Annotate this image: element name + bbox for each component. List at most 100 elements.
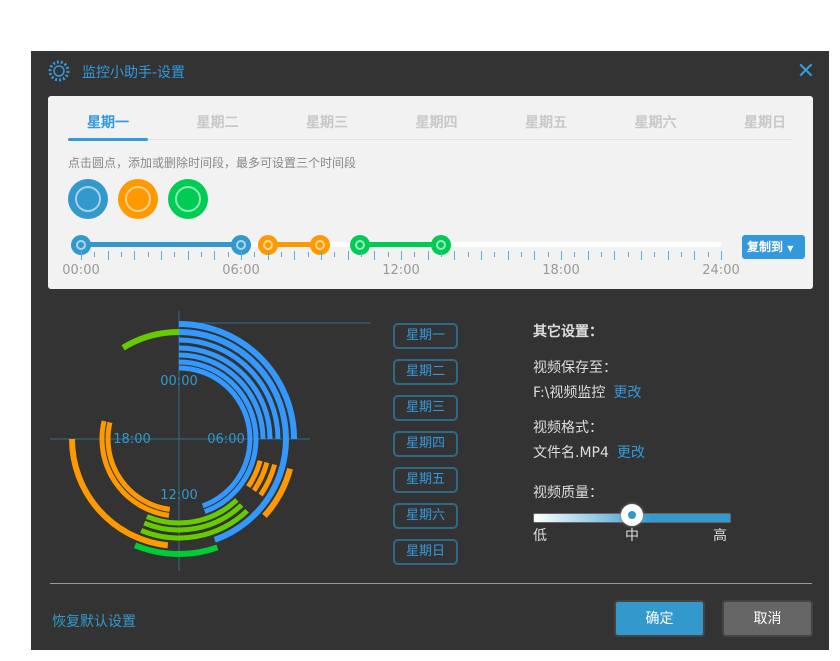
timeline-tick	[201, 252, 202, 257]
timeline-tick	[467, 252, 469, 257]
day-button-3[interactable]: 星期三	[393, 395, 458, 421]
timeline-tick	[121, 252, 122, 257]
format-label: 视频格式：	[533, 420, 603, 436]
timeline-tick	[707, 252, 709, 257]
timeline-tick	[614, 251, 616, 260]
timeline-tick	[214, 251, 216, 260]
timeline-label: 00:00	[62, 263, 100, 278]
timeline-tick	[174, 252, 176, 257]
schedule-panel: 星期一 星期二 星期三 星期四 星期五 星期六 星期日 点击圆点，添加或删除时间段，最多可设…	[48, 96, 813, 289]
restore-defaults-link[interactable]: 恢复默认设置	[52, 611, 136, 631]
settings-dialog: 监控小助手-设置 ✕ 星期一 星期二 星期三 星期四 星期五 星期六 星期日 点击圆点，添加…	[31, 51, 829, 650]
schedule-arc	[133, 542, 219, 557]
timeline-tick	[81, 251, 82, 260]
day-button-7[interactable]: 星期日	[393, 539, 458, 565]
timeline-tick	[641, 251, 642, 260]
footer-divider	[50, 583, 812, 584]
timeline-tick	[147, 252, 149, 257]
ok-button[interactable]: 确定	[614, 600, 705, 637]
day-button-5[interactable]: 星期五	[393, 467, 458, 493]
hint-text: 点击圆点，添加或删除时间段，最多可设置三个时间段	[68, 156, 357, 170]
quality-slider-thumb[interactable]	[621, 504, 643, 526]
timeline-handle[interactable]	[309, 235, 330, 255]
timeline-tick	[187, 251, 189, 260]
timeline-tick	[667, 251, 669, 260]
close-icon[interactable]: ✕	[797, 59, 815, 84]
day-button-4[interactable]: 星期四	[393, 431, 458, 457]
timeline-segment	[81, 242, 241, 247]
change-path-link[interactable]: 更改	[613, 385, 641, 401]
cancel-button[interactable]: 取消	[722, 600, 813, 637]
timeline-tick	[281, 252, 282, 257]
tab-day-5[interactable]: 星期五	[491, 112, 601, 132]
timeline-tick	[507, 251, 509, 260]
other-settings-heading: 其它设置：	[533, 324, 603, 340]
timeline-tick	[307, 252, 309, 257]
radial-schedule-chart: 00:00 06:00 12:00 18:00	[50, 311, 371, 571]
timeline-tick	[574, 252, 576, 257]
timeline-tick	[534, 251, 536, 260]
timeline-tick	[334, 252, 336, 257]
dropdown-arrow-icon: ▼	[787, 244, 794, 253]
timeline-tick	[161, 251, 162, 260]
tab-day-1[interactable]: 星期一	[53, 112, 163, 132]
add-period-dot-3[interactable]	[168, 179, 208, 219]
timeline-tick	[414, 252, 416, 257]
timeline-tick	[321, 251, 322, 260]
add-period-dot-2[interactable]	[118, 179, 158, 219]
timeline-tick	[361, 252, 362, 257]
day-button-1[interactable]: 星期一	[393, 323, 458, 349]
quality-high-label: 高	[713, 528, 727, 544]
tab-day-2[interactable]: 星期二	[163, 112, 273, 132]
clock-label: 06:00	[207, 432, 244, 447]
quality-mid-label: 中	[625, 528, 639, 544]
timeline-tick	[254, 252, 256, 257]
timeline-tick	[427, 251, 429, 260]
day-button-6[interactable]: 星期六	[393, 503, 458, 529]
save-path-value: F:\视频监控	[533, 385, 606, 401]
timeline-tick	[94, 252, 96, 257]
quality-label: 视频质量：	[533, 485, 603, 501]
timeline-tick	[401, 251, 402, 260]
timeline-tick	[481, 251, 482, 260]
timeline-tick	[561, 251, 562, 260]
timeline-label: 06:00	[222, 263, 260, 278]
active-tab-indicator	[68, 138, 148, 141]
timeline-tick	[107, 251, 109, 260]
timeline-handle[interactable]	[349, 235, 370, 255]
timeline-tick	[387, 252, 389, 257]
schedule-arc	[69, 439, 169, 549]
day-button-2[interactable]: 星期二	[393, 359, 458, 385]
clock-label: 18:00	[113, 432, 150, 447]
save-path-label: 视频保存至：	[533, 360, 617, 376]
timeline-tick	[494, 252, 496, 257]
change-format-link[interactable]: 更改	[617, 445, 645, 461]
timeline-tick	[681, 252, 682, 257]
copy-to-button[interactable]: 复制到 ▼	[742, 235, 805, 259]
timeline-tick	[267, 251, 269, 260]
timeline-tick	[241, 251, 242, 260]
timeline-tick	[294, 251, 296, 260]
tab-day-4[interactable]: 星期四	[382, 112, 492, 132]
timeline-track[interactable]	[71, 235, 721, 255]
format-value: 文件名.MP4	[533, 445, 609, 461]
gear-icon	[47, 59, 71, 87]
add-period-dot-1[interactable]	[68, 179, 108, 219]
clock-label: 00:00	[160, 374, 197, 389]
timeline-tick	[374, 251, 376, 260]
tab-day-7[interactable]: 星期日	[710, 112, 820, 132]
timeline-label: 18:00	[542, 263, 580, 278]
timeline-tick	[347, 251, 349, 260]
clock-label: 12:00	[160, 488, 197, 503]
timeline-tick	[134, 251, 136, 260]
timeline-tick	[227, 252, 229, 257]
tab-day-3[interactable]: 星期三	[272, 112, 382, 132]
timeline-tick	[721, 251, 722, 260]
tab-day-6[interactable]: 星期六	[601, 112, 711, 132]
tab-divider	[68, 139, 792, 140]
timeline-tick	[454, 251, 456, 260]
timeline-segment	[359, 242, 441, 247]
timeline-label: 12:00	[382, 263, 420, 278]
copy-to-label: 复制到	[747, 240, 784, 254]
timeline-tick	[654, 252, 656, 257]
